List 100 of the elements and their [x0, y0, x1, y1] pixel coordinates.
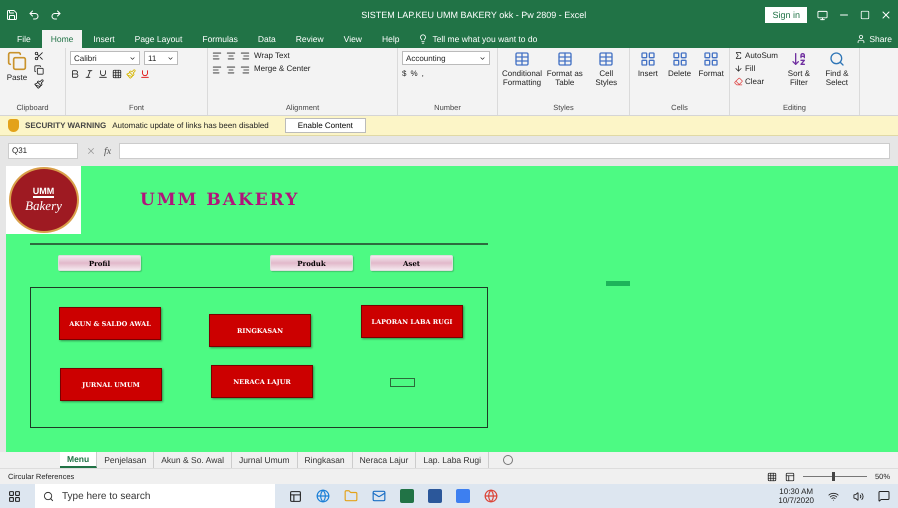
sort-filter-button[interactable]: Sort & Filter [782, 51, 816, 87]
format-painter-icon[interactable] [34, 79, 44, 89]
window-title: SISTEM LAP.KEU UMM BAKERY okk - Pw 2809 - Excel [360, 10, 588, 20]
dash-shape [606, 281, 630, 286]
styles-button[interactable]: Conditional Formatting [502, 51, 542, 87]
currency-button[interactable]: $ [402, 69, 406, 78]
autosum-button[interactable]: AutoSum [734, 51, 778, 60]
wrap-text-button[interactable]: Wrap Text [254, 51, 310, 60]
ribbon-tab[interactable]: File [8, 30, 40, 48]
start-icon[interactable] [8, 490, 21, 502]
save-icon[interactable] [6, 9, 18, 21]
logo-script-text: Bakery [25, 198, 62, 214]
percent-button[interactable]: % [410, 69, 418, 78]
font-color-icon[interactable] [140, 69, 150, 79]
ribbon-tab[interactable]: Page Layout [126, 30, 192, 48]
ribbon-tab[interactable]: Insert [84, 30, 124, 48]
volume-icon[interactable] [853, 490, 864, 502]
cells-button[interactable]: Insert [634, 51, 662, 78]
page-layout-icon[interactable] [784, 472, 795, 482]
fill-button[interactable]: Fill [734, 64, 778, 73]
table-icon [598, 51, 614, 67]
sigma-icon [734, 51, 743, 60]
find-select-button[interactable]: Find & Select [820, 51, 854, 87]
align-middle-icon[interactable] [226, 51, 236, 61]
globe-icon[interactable] [484, 489, 498, 503]
ribbon-tab[interactable]: Help [372, 30, 408, 48]
clock-time: 10:30 AM [779, 487, 814, 496]
paste-button[interactable]: Paste [4, 51, 30, 82]
styles-button[interactable]: Cell Styles [588, 51, 625, 87]
normal-view-icon[interactable] [766, 472, 777, 482]
empty-shape [390, 378, 415, 387]
align-bottom-icon[interactable] [240, 51, 250, 61]
grid-icon [672, 51, 688, 67]
caret-icon [129, 54, 136, 62]
caret-icon [479, 54, 486, 62]
comma-button[interactable]: , [422, 69, 424, 78]
cells-button[interactable]: Format [697, 51, 726, 78]
clock-date: 10/7/2020 [778, 496, 814, 505]
search-icon [43, 490, 54, 502]
name-box[interactable]: Q31 [8, 143, 78, 159]
grid-icon [703, 51, 720, 67]
redo-icon[interactable] [50, 9, 62, 21]
browser-icon[interactable] [316, 489, 330, 503]
ribbon-display-icon[interactable] [817, 10, 828, 20]
add-sheet-icon[interactable] [503, 455, 514, 465]
number-format-field[interactable]: Accounting [402, 51, 490, 65]
align-right-icon[interactable] [240, 65, 250, 75]
lightbulb-icon [418, 34, 428, 44]
cancel-icon [86, 146, 96, 156]
styles-button[interactable]: Format as Table [546, 51, 584, 87]
sheet-tab[interactable]: Menu [60, 452, 98, 468]
table-icon [556, 51, 573, 67]
formula-input[interactable] [119, 143, 890, 159]
ribbon-tab[interactable]: Home [42, 30, 82, 48]
ribbon-tab[interactable]: Review [286, 30, 333, 48]
borders-icon[interactable] [112, 69, 122, 79]
copy-icon[interactable] [34, 65, 44, 75]
align-top-icon[interactable] [212, 51, 222, 61]
cut-icon[interactable] [34, 51, 44, 61]
down-arrow-icon [734, 64, 743, 73]
enable-content-button[interactable]: Enable Content [284, 118, 366, 133]
person-icon [856, 34, 866, 44]
table-icon [514, 51, 530, 67]
notifications-icon[interactable] [878, 490, 890, 502]
fill-color-icon[interactable] [126, 69, 136, 79]
align-center-icon[interactable] [226, 65, 236, 75]
sort-icon [790, 51, 807, 67]
ribbon-tab[interactable]: Data [248, 30, 285, 48]
sign-in-button[interactable]: Sign in [765, 7, 807, 23]
font-name-field[interactable]: Calibri [70, 51, 140, 65]
logo-text: UMM [32, 186, 54, 198]
share-button[interactable]: Share [850, 33, 898, 45]
insert-function-button[interactable]: fx [104, 146, 112, 156]
underline-icon[interactable] [98, 69, 108, 79]
warning-message: Automatic update of links has been disabled [112, 121, 269, 130]
taskbar-search[interactable]: Type here to search [35, 484, 275, 508]
ribbon-tab[interactable]: Formulas [193, 30, 247, 48]
wifi-icon[interactable] [828, 490, 839, 502]
mail-icon[interactable] [372, 489, 386, 503]
close-icon[interactable] [880, 9, 892, 21]
sheet-title: UMM BAKERY [140, 190, 300, 210]
undo-icon[interactable] [28, 9, 40, 21]
maximize-icon[interactable] [860, 10, 870, 20]
warning-icon [8, 119, 19, 132]
cells-button[interactable]: Delete [666, 51, 694, 78]
task-view-icon[interactable] [289, 490, 302, 502]
eraser-icon [734, 77, 743, 86]
merge-center-button[interactable]: Merge & Center [254, 64, 310, 73]
bold-icon[interactable] [70, 69, 80, 79]
search-icon [828, 51, 845, 67]
grid-icon [640, 51, 656, 67]
zoom-thumb[interactable] [832, 472, 835, 481]
tell-me-field[interactable]: Tell me what you want to do [432, 34, 538, 44]
warning-title: SECURITY WARNING [25, 121, 106, 130]
italic-icon[interactable] [84, 69, 94, 79]
caret-icon [167, 54, 174, 62]
ribbon-tab[interactable]: View [334, 30, 371, 48]
clear-button[interactable]: Clear [734, 77, 778, 86]
align-left-icon[interactable] [212, 65, 222, 75]
font-size-field[interactable]: 11 [144, 51, 178, 65]
